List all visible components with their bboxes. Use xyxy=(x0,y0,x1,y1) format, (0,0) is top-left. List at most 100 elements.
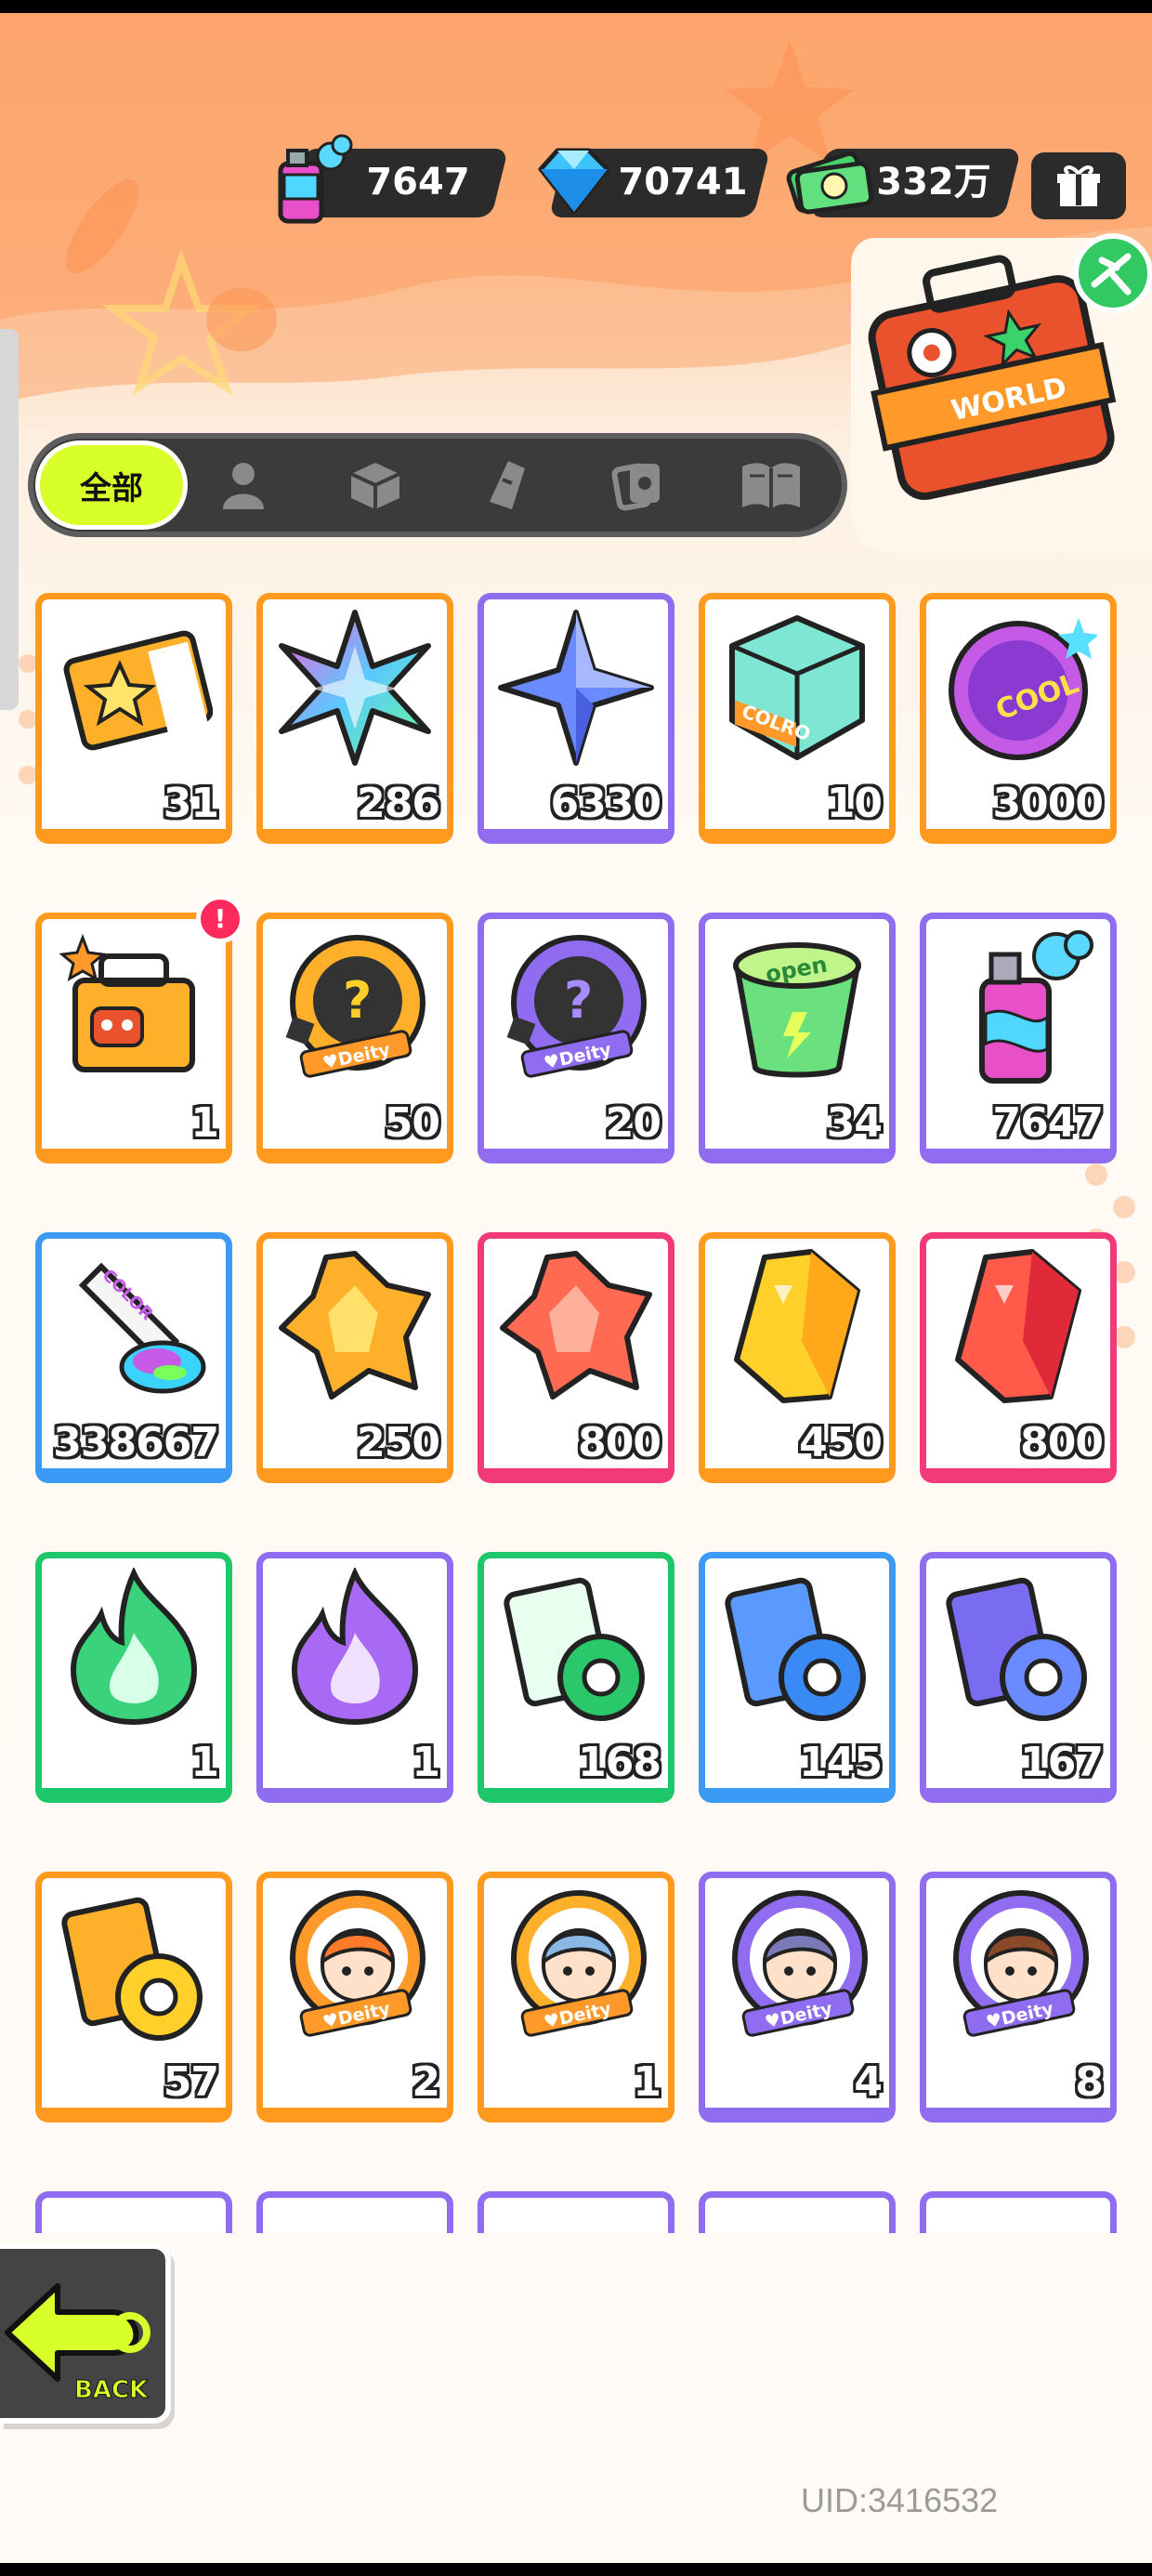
item-count: 8 xyxy=(1075,2058,1104,2106)
item-card[interactable]: ♥Deity 2 xyxy=(256,1872,453,2123)
item-count: 167 xyxy=(1020,1739,1104,1786)
travel-map-button[interactable]: WORLD xyxy=(838,219,1152,554)
item-count: 6330 xyxy=(550,780,661,827)
item-card[interactable]: open 34 xyxy=(699,913,896,1163)
item-card-inner: 57 xyxy=(42,1878,226,2108)
item-card[interactable]: 450 xyxy=(699,1232,896,1483)
item-card[interactable]: 1 xyxy=(256,1552,453,1803)
item-count: 1 xyxy=(412,1739,440,1786)
diamond-icon xyxy=(538,148,610,215)
item-count: 7647 xyxy=(992,1099,1104,1147)
side-edge-handle xyxy=(0,329,19,710)
item-card[interactable]: 6330 xyxy=(478,593,674,844)
item-card-inner: open 34 xyxy=(705,919,889,1149)
item-card[interactable]: ? ♥Deity 50 xyxy=(256,913,453,1163)
item-card[interactable]: 145 xyxy=(699,1552,896,1803)
item-card[interactable]: 57 xyxy=(35,1872,232,2123)
item-count: 10 xyxy=(826,780,883,827)
tab-cards[interactable] xyxy=(602,452,676,519)
green-card-roll-icon xyxy=(504,1577,645,1721)
tab-books[interactable] xyxy=(734,452,808,519)
spray-paint-icon xyxy=(278,134,353,224)
item-card-inner: 250 xyxy=(263,1239,447,1468)
item-card-inner: 6330 xyxy=(484,599,668,829)
svg-text:?: ? xyxy=(343,971,372,1030)
person-icon xyxy=(223,463,264,509)
purple-card-roll-icon xyxy=(946,1577,1087,1721)
uid-label: UID:3416532 xyxy=(801,2481,999,2519)
gift-box-icon xyxy=(1057,165,1100,206)
cash-count: 332万 xyxy=(876,161,991,204)
item-card-partial[interactable] xyxy=(699,2191,896,2233)
item-count: 4 xyxy=(854,2058,883,2106)
item-grid: 31 286 6330 COLRO 10 COOL 3000 1!? ♥Deity 50? ♥Dei… xyxy=(35,593,1119,2233)
item-count: 34 xyxy=(826,1099,883,1147)
item-card[interactable]: 31 xyxy=(35,593,232,844)
item-card-inner: 286 xyxy=(263,599,447,829)
color-cube-icon: COLRO xyxy=(729,615,865,760)
tab-characters[interactable] xyxy=(206,452,281,519)
gift-button[interactable] xyxy=(1031,152,1126,219)
book-icon xyxy=(742,463,800,509)
item-count: 800 xyxy=(578,1419,661,1466)
spray-paint-count: 7647 xyxy=(366,161,470,204)
color-cool-box-icon xyxy=(59,933,195,1072)
item-count: 168 xyxy=(578,1739,661,1786)
travel-suitcase-world-icon: WORLD xyxy=(851,233,1152,554)
green-drink-icon: open xyxy=(733,942,861,1078)
red-crystal-icon xyxy=(500,1251,652,1400)
item-card[interactable]: COLRO 10 xyxy=(699,593,896,844)
item-count: 286 xyxy=(357,780,440,827)
tab-items[interactable] xyxy=(338,452,412,519)
item-card[interactable]: 800 xyxy=(478,1232,674,1483)
item-card[interactable]: 286 xyxy=(256,593,453,844)
item-card-inner: COLOR 338667 xyxy=(42,1239,226,1468)
item-count: 1 xyxy=(190,1099,219,1147)
item-card-inner: 800 xyxy=(484,1239,668,1468)
item-card[interactable]: 250 xyxy=(256,1232,453,1483)
item-card-partial[interactable] xyxy=(35,2191,232,2233)
item-card[interactable]: ♥Deity 4 xyxy=(699,1872,896,2123)
item-card[interactable]: 167 xyxy=(920,1552,1117,1803)
tab-all[interactable]: 全部 xyxy=(35,440,188,530)
svg-text:?: ? xyxy=(564,971,593,1030)
item-count: 145 xyxy=(799,1739,883,1786)
item-card[interactable]: 168 xyxy=(478,1552,674,1803)
rainbow-star-icon xyxy=(279,610,431,766)
item-count: 338667 xyxy=(53,1419,219,1466)
inventory-screen: 7647 70741 332万 WORLD 全部 31 286 6330 COL… xyxy=(0,13,1152,2563)
item-card-inner: 167 xyxy=(926,1558,1110,1788)
item-card[interactable]: ♥Deity 8 xyxy=(920,1872,1117,2123)
cards-icon xyxy=(611,463,660,511)
item-card-partial[interactable] xyxy=(478,2191,674,2233)
item-count: 57 xyxy=(163,2058,219,2106)
item-count: 1 xyxy=(190,1739,219,1786)
item-card[interactable]: ♥Deity 1 xyxy=(478,1872,674,2123)
back-button[interactable]: BACK xyxy=(0,2243,171,2424)
paint-tube-icon: COLOR xyxy=(78,1262,206,1394)
tab-sprays[interactable] xyxy=(470,452,544,519)
item-card-inner: ? ♥Deity 50 xyxy=(263,919,447,1149)
blue-card-roll-icon xyxy=(725,1577,866,1721)
item-card-inner: COLRO 10 xyxy=(705,599,889,829)
yellow-gem-icon xyxy=(734,1249,860,1403)
spray-can-icon xyxy=(490,461,525,509)
item-card[interactable]: ? ♥Deity 20 xyxy=(478,913,674,1163)
item-count: 250 xyxy=(357,1419,440,1466)
item-card[interactable]: COOL 3000 xyxy=(920,593,1117,844)
item-card-inner: ♥Deity 4 xyxy=(705,1878,889,2108)
item-card[interactable]: 800 xyxy=(920,1232,1117,1483)
gold-card-roll-icon xyxy=(61,1897,203,2041)
item-card-inner: ♥Deity 1 xyxy=(484,1878,668,2108)
item-count: 450 xyxy=(799,1419,883,1466)
item-card-inner: 1 xyxy=(42,1558,226,1788)
item-card[interactable]: COLOR 338667 xyxy=(35,1232,232,1483)
item-card-partial[interactable] xyxy=(920,2191,1117,2233)
cool-badge-icon: COOL xyxy=(949,618,1097,760)
green-flame-icon xyxy=(70,1568,198,1726)
item-card[interactable]: 1! xyxy=(35,895,244,1163)
item-card-inner: 800 xyxy=(926,1239,1110,1468)
item-card[interactable]: 7647 xyxy=(920,913,1117,1163)
item-card[interactable]: 1 xyxy=(35,1552,232,1803)
item-card-partial[interactable] xyxy=(256,2191,453,2233)
